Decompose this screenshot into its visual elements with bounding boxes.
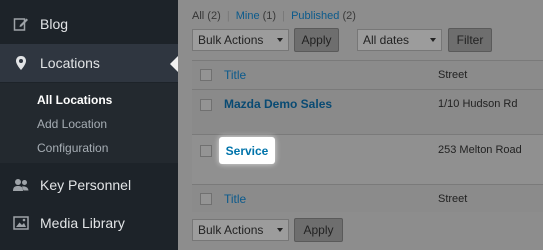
media-icon xyxy=(12,214,30,232)
bulk-actions-select[interactable]: Bulk Actions xyxy=(192,29,289,51)
sidebar-item-key-personnel[interactable]: Key Personnel xyxy=(0,166,178,204)
apply-button[interactable]: Apply xyxy=(294,28,339,52)
sidebar-item-locations[interactable]: Locations xyxy=(0,44,178,82)
status-filters: All (2) | Mine (1) | Published (2) xyxy=(192,10,356,22)
chevron-down-icon xyxy=(430,38,436,42)
main-content: All (2) | Mine (1) | Published (2) Bulk … xyxy=(178,0,543,250)
submenu-configuration[interactable]: Configuration xyxy=(37,141,108,155)
submenu-add-location[interactable]: Add Location xyxy=(37,117,107,131)
bulk-actions-value: Bulk Actions xyxy=(198,223,264,237)
filter-separator: | xyxy=(226,10,230,22)
bulk-actions-value: Bulk Actions xyxy=(198,33,264,47)
table-footer: Title Street xyxy=(192,184,543,212)
sidebar-item-label: Locations xyxy=(40,55,100,71)
column-title[interactable]: Title xyxy=(224,192,246,206)
dates-value: All dates xyxy=(363,33,410,47)
dates-select[interactable]: All dates xyxy=(357,29,442,51)
row-title-link-highlighted[interactable]: Service xyxy=(219,137,275,164)
chevron-down-icon xyxy=(277,228,283,232)
edit-icon xyxy=(12,15,30,33)
map-pin-icon xyxy=(12,54,30,72)
filter-mine[interactable]: Mine xyxy=(236,10,260,22)
filter-button[interactable]: Filter xyxy=(448,28,492,52)
bulk-actions-select-bottom[interactable]: Bulk Actions xyxy=(192,219,289,241)
filter-published[interactable]: Published xyxy=(291,10,339,22)
row-title-link[interactable]: Mazda Demo Sales xyxy=(224,97,332,111)
sidebar-item-label: Key Personnel xyxy=(40,177,132,193)
sidebar-item-blog[interactable]: Blog xyxy=(0,5,178,43)
table-header: Title Street xyxy=(192,60,543,89)
filter-mine-count: (1) xyxy=(262,10,277,22)
admin-sidebar: Blog Locations All Locations Add Locatio… xyxy=(0,0,178,250)
submenu-all-locations[interactable]: All Locations xyxy=(37,93,112,107)
row-street: 253 Melton Road xyxy=(438,144,522,156)
select-all-checkbox[interactable] xyxy=(200,69,212,81)
filter-all[interactable]: All xyxy=(192,10,204,22)
current-menu-arrow xyxy=(170,56,178,72)
filter-separator: | xyxy=(282,10,286,22)
chevron-down-icon xyxy=(277,38,283,42)
column-street: Street xyxy=(438,193,468,205)
column-street: Street xyxy=(438,69,468,81)
locations-submenu: All Locations Add Location Configuration xyxy=(0,83,178,163)
column-title[interactable]: Title xyxy=(224,68,246,82)
filter-all-count: (2) xyxy=(207,10,221,22)
filter-published-count: (2) xyxy=(342,10,356,22)
sidebar-item-label: Media Library xyxy=(40,215,125,231)
row-street: 1/10 Hudson Rd xyxy=(438,98,518,110)
sidebar-item-media-library[interactable]: Media Library xyxy=(0,204,178,242)
apply-button-bottom[interactable]: Apply xyxy=(294,218,343,242)
row-checkbox[interactable] xyxy=(200,99,212,111)
row-checkbox[interactable] xyxy=(200,145,212,157)
table-row: Mazda Demo Sales 1/10 Hudson Rd xyxy=(192,89,543,134)
users-icon xyxy=(12,176,30,194)
sidebar-item-label: Blog xyxy=(40,16,69,32)
select-all-checkbox[interactable] xyxy=(200,193,212,205)
